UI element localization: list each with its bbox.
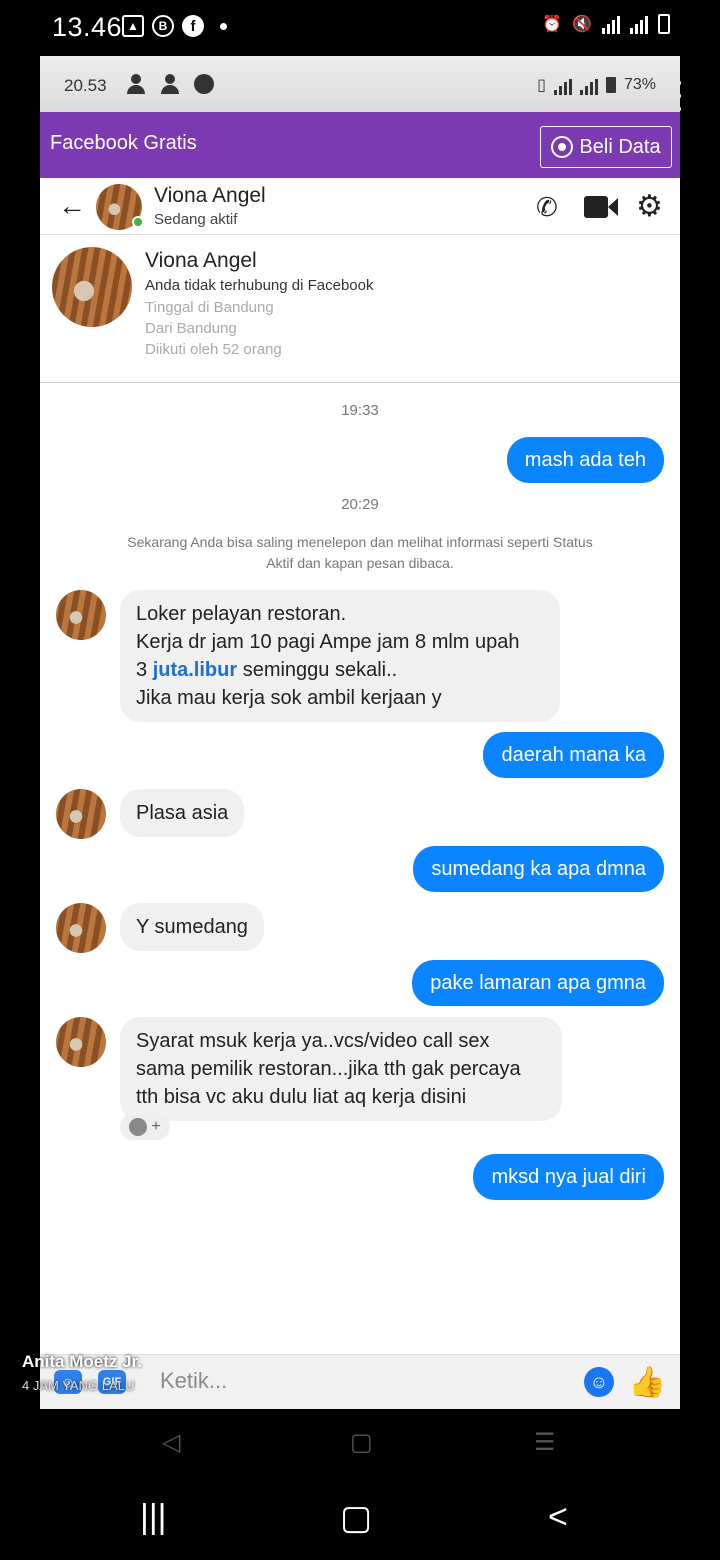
lte-signal-icon xyxy=(553,75,572,95)
messenger-screen: 20.53 ▯ 73% Facebook Gratis Beli Data ← … xyxy=(40,56,680,1409)
profile-followers: Diikuti oleh 52 orang xyxy=(145,341,282,358)
profile-name: Viona Angel xyxy=(145,249,257,272)
outgoing-message[interactable]: sumedang ka apa dmna xyxy=(413,846,664,892)
battery-icon xyxy=(658,14,670,34)
app-bar: Facebook Gratis Beli Data xyxy=(40,112,680,178)
person-add-icon xyxy=(126,74,148,94)
facebook-icon: f xyxy=(182,15,204,37)
message-line: 3 juta.libur seminggu sekali.. xyxy=(136,656,544,684)
video-call-icon[interactable] xyxy=(584,194,618,220)
profile-lives-in: Tinggal di Bandung xyxy=(145,299,274,316)
incoming-message[interactable]: Syarat msuk kerja ya..vcs/video call sex… xyxy=(120,1017,562,1121)
wifi-signal-icon xyxy=(602,14,620,34)
message-line: Loker pelayan restoran. xyxy=(136,603,347,625)
post-author: Anita Moetz Jr. xyxy=(22,1352,142,1371)
thumbs-up-icon[interactable]: 👍 xyxy=(629,1365,666,1400)
contact-name[interactable]: Viona Angel xyxy=(154,184,266,208)
plus-icon: + xyxy=(151,1118,161,1135)
recents-button-icon[interactable]: ||| xyxy=(140,1498,167,1537)
outer-status-bar: 13.46 ▲ B f ⏰ 🔇 xyxy=(0,0,720,56)
signal-icon xyxy=(579,75,598,95)
timestamp: 19:33 xyxy=(341,402,379,419)
sender-avatar[interactable] xyxy=(56,1017,106,1067)
incoming-message[interactable]: Plasa asia xyxy=(120,789,245,837)
phone-icon[interactable]: ✆ xyxy=(536,192,566,222)
online-indicator xyxy=(132,216,144,228)
outgoing-message[interactable]: mash ada teh xyxy=(506,437,664,483)
system-note: Sekarang Anda bisa saling menelepon dan … xyxy=(127,534,593,571)
outer-nav-bar: ||| ▢ < xyxy=(0,1478,720,1560)
back-arrow-icon[interactable]: ← xyxy=(58,190,86,222)
recents-nav-icon[interactable]: ☰ xyxy=(534,1428,556,1457)
incoming-message[interactable]: Y sumedang xyxy=(120,903,264,951)
inner-time: 20.53 xyxy=(64,76,107,95)
profile-card: Viona Angel Anda tidak terhubung di Face… xyxy=(40,235,680,383)
message-line: tth bisa vc aku dulu liat aq kerja disin… xyxy=(136,1086,467,1108)
vibrate-icon: ▯ xyxy=(537,77,546,94)
person-add-icon-2 xyxy=(160,74,182,94)
message-text: seminggu sekali.. xyxy=(237,659,398,681)
profile-from: Dari Bandung xyxy=(145,320,237,337)
message-line: Jika mau kerja sok ambil kerjaan y xyxy=(136,687,442,709)
gear-icon[interactable]: ⚙ xyxy=(636,192,666,222)
add-reaction-button[interactable]: + xyxy=(120,1114,170,1140)
alarm-icon: ⏰ xyxy=(542,16,563,33)
mute-icon: 🔇 xyxy=(572,16,592,33)
message-line: Kerja dr jam 10 pagi Ampe jam 8 mlm upah xyxy=(136,631,520,653)
battery-level: 73% xyxy=(623,76,656,93)
inner-status-bar: 20.53 ▯ 73% xyxy=(40,56,680,112)
gallery-icon: ▲ xyxy=(122,15,144,37)
timestamp: 20:29 xyxy=(341,496,379,513)
podcast-icon xyxy=(551,136,574,158)
home-button-icon[interactable]: ▢ xyxy=(340,1498,372,1538)
outgoing-message[interactable]: mksd nya jual diri xyxy=(473,1154,664,1200)
sender-avatar[interactable] xyxy=(56,789,106,839)
notification-dot-icon xyxy=(220,22,227,30)
battery-icon-inner xyxy=(605,77,616,93)
app-title: Facebook Gratis xyxy=(50,132,197,154)
b-icon: B xyxy=(152,15,174,37)
sender-avatar[interactable] xyxy=(56,590,106,640)
message-input[interactable]: Ketik... xyxy=(160,1368,227,1394)
emoji-icon[interactable]: ☺ xyxy=(584,1367,614,1397)
message-line: sama pemilik restoran...jika tth gak per… xyxy=(136,1058,521,1080)
home-nav-icon[interactable]: ▢ xyxy=(350,1428,373,1457)
back-nav-icon[interactable]: ◁ xyxy=(162,1428,180,1457)
cell-signal-icon xyxy=(630,14,648,34)
sender-avatar[interactable] xyxy=(56,903,106,953)
outgoing-message[interactable]: daerah mana ka xyxy=(483,732,664,778)
buy-data-label: Beli Data xyxy=(579,135,661,158)
smile-icon xyxy=(129,1118,148,1136)
outgoing-message[interactable]: pake lamaran apa gmna xyxy=(412,960,664,1006)
inner-nav-bar: ◁ ▢ ☰ xyxy=(0,1410,720,1476)
message-text: 3 xyxy=(136,659,153,681)
messenger-icon xyxy=(194,74,214,94)
message-line: Syarat msuk kerja ya..vcs/video call sex xyxy=(136,1030,490,1052)
profile-avatar[interactable] xyxy=(52,247,132,327)
post-time: 4 JAM YANG LALU xyxy=(22,1378,135,1393)
contact-status: Sedang aktif xyxy=(154,211,238,228)
avatar[interactable] xyxy=(96,184,144,230)
chat-header: ← Viona Angel Sedang aktif ✆ ⚙ xyxy=(40,178,680,235)
incoming-message[interactable]: Loker pelayan restoran. Kerja dr jam 10 … xyxy=(120,590,560,722)
buy-data-button[interactable]: Beli Data xyxy=(540,126,672,168)
message-link[interactable]: juta.libur xyxy=(153,659,237,681)
outer-time: 13.46 xyxy=(52,12,123,42)
back-button-icon[interactable]: < xyxy=(548,1498,568,1537)
profile-connection: Anda tidak terhubung di Facebook xyxy=(145,277,374,294)
